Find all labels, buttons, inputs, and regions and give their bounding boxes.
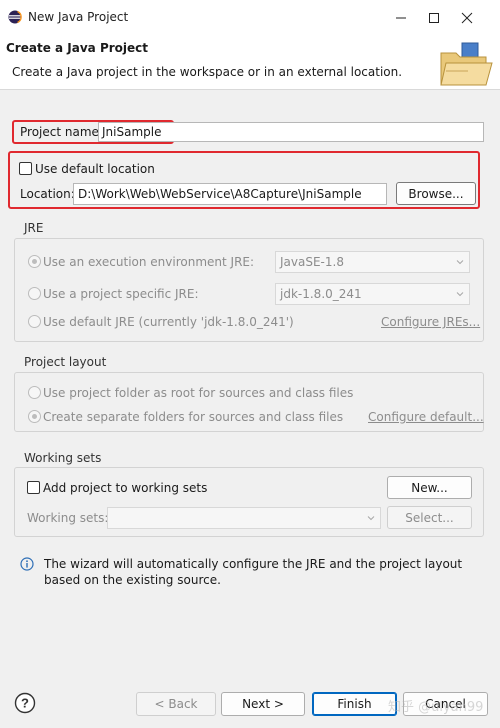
wizard-header: Create a Java Project Create a Java proj… — [0, 35, 500, 90]
layout-root-radio[interactable] — [28, 386, 41, 399]
finish-button-label: Finish — [337, 697, 372, 711]
working-sets-label: Working sets: — [27, 511, 109, 525]
info-message: The wizard will automatically configure … — [44, 557, 463, 587]
select-working-sets-button[interactable]: Select... — [387, 506, 472, 529]
new-working-set-button-label: New... — [411, 480, 448, 495]
jre-default-label[interactable]: Use default JRE (currently 'jdk-1.8.0_24… — [43, 315, 294, 329]
maximize-icon — [429, 12, 439, 23]
project-name-label: Project name: — [20, 125, 103, 139]
maximize-button[interactable] — [417, 0, 451, 35]
jre-env-value: JavaSE-1.8 — [280, 255, 344, 269]
next-button[interactable]: Next > — [221, 692, 305, 716]
header-title: Create a Java Project — [6, 41, 149, 55]
jre-specific-radio[interactable] — [28, 287, 41, 300]
jre-env-radio[interactable] — [28, 255, 41, 268]
back-button[interactable]: < Back — [136, 692, 216, 716]
eclipse-icon — [8, 10, 22, 24]
watermark: 知乎 @ulyan99 — [388, 700, 484, 715]
project-layout-group-title: Project layout — [24, 355, 107, 369]
svg-text:?: ? — [21, 696, 29, 711]
working-sets-combo[interactable] — [107, 507, 381, 529]
title-bar: New Java Project — [0, 0, 500, 35]
jre-specific-combo[interactable]: jdk-1.8.0_241 — [275, 283, 470, 305]
select-working-sets-button-label: Select... — [405, 510, 454, 525]
jre-env-combo[interactable]: JavaSE-1.8 — [275, 251, 470, 273]
info-icon — [20, 557, 34, 571]
configure-default-link[interactable]: Configure default... — [368, 410, 484, 424]
folder-icon — [440, 42, 493, 86]
back-button-label: < Back — [154, 697, 198, 711]
layout-separate-radio[interactable] — [28, 410, 41, 423]
use-default-location-label[interactable]: Use default location — [35, 162, 155, 176]
layout-separate-label[interactable]: Create separate folders for sources and … — [43, 410, 343, 424]
window-title: New Java Project — [28, 10, 129, 24]
add-to-working-sets-checkbox[interactable] — [27, 481, 40, 494]
working-sets-group-title: Working sets — [24, 451, 102, 465]
new-working-set-button[interactable]: New... — [387, 476, 472, 499]
project-name-value: JniSample — [102, 125, 162, 139]
layout-root-label[interactable]: Use project folder as root for sources a… — [43, 386, 353, 400]
chevron-down-icon — [456, 292, 464, 297]
close-button[interactable] — [450, 0, 484, 35]
jre-env-label[interactable]: Use an execution environment JRE: — [43, 255, 254, 269]
next-button-label: Next > — [242, 697, 284, 711]
finish-button[interactable]: Finish — [312, 692, 397, 716]
header-description: Create a Java project in the workspace o… — [12, 65, 403, 79]
add-to-working-sets-label[interactable]: Add project to working sets — [43, 481, 207, 495]
wizard-footer: ? < Back Next > Finish Cancel 知乎 @ulyan9… — [0, 686, 500, 728]
location-input[interactable]: D:\Work\Web\WebService\A8Capture\JniSamp… — [73, 183, 387, 205]
help-icon[interactable]: ? — [14, 692, 36, 714]
jre-default-radio[interactable] — [28, 315, 41, 328]
chevron-down-icon — [456, 260, 464, 265]
chevron-down-icon — [367, 516, 375, 521]
close-icon — [461, 12, 473, 23]
location-label: Location: — [20, 187, 75, 201]
minimize-icon — [396, 17, 406, 18]
project-name-input[interactable]: JniSample — [98, 122, 484, 142]
use-default-location-checkbox[interactable] — [19, 162, 32, 175]
browse-button[interactable]: Browse... — [396, 182, 476, 205]
location-value: D:\Work\Web\WebService\A8Capture\JniSamp… — [78, 187, 362, 201]
configure-jres-link[interactable]: Configure JREs... — [381, 315, 480, 329]
browse-button-label: Browse... — [408, 186, 464, 201]
jre-specific-value: jdk-1.8.0_241 — [280, 287, 362, 301]
jre-group-title: JRE — [24, 221, 44, 235]
minimize-button[interactable] — [384, 0, 418, 35]
jre-specific-label[interactable]: Use a project specific JRE: — [43, 287, 199, 301]
